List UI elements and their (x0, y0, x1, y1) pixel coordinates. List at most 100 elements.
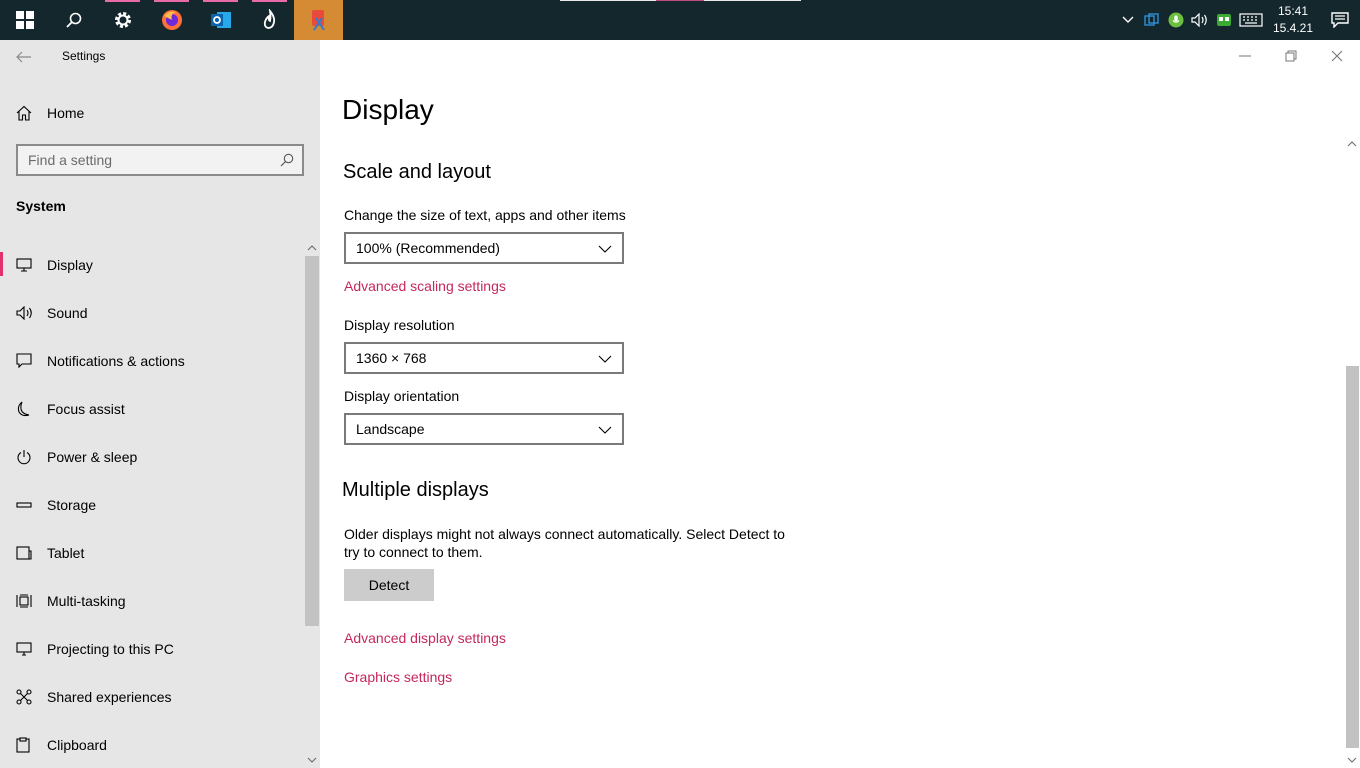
gear-icon (114, 12, 131, 28)
nav-label: Tablet (47, 545, 85, 561)
projecting-icon (0, 642, 47, 656)
nav-label: Shared experiences (47, 689, 172, 705)
monitor-icon (0, 258, 47, 272)
main-scroll-thumb[interactable] (1346, 366, 1359, 748)
nav-item-shared-experiences[interactable]: Shared experiences (0, 673, 304, 721)
home-nav-item[interactable]: Home (0, 96, 320, 130)
main-scrollbar[interactable] (1344, 136, 1360, 768)
tray-chevron-up-icon[interactable] (1116, 0, 1140, 40)
tray-microphone-icon[interactable] (1164, 0, 1188, 40)
notification-icon (0, 353, 47, 369)
nav-item-tablet[interactable]: Tablet (0, 529, 304, 577)
scroll-up-icon[interactable] (304, 240, 320, 256)
back-button[interactable] (10, 46, 38, 68)
nav-item-display[interactable]: Display (0, 241, 304, 289)
scroll-down-icon[interactable] (304, 752, 320, 768)
graphics-settings-link[interactable]: Graphics settings (344, 669, 452, 685)
find-setting-input[interactable] (18, 152, 268, 168)
find-setting-search[interactable] (16, 144, 304, 176)
storage-icon (0, 501, 47, 509)
sidebar-scroll-thumb[interactable] (305, 256, 319, 626)
system-nav-list: Display Sound Notifications & actions Fo… (0, 241, 304, 768)
taskbar-flame-app[interactable] (245, 0, 294, 40)
clock-date: 15.4.21 (1272, 21, 1314, 35)
window-controls (1222, 40, 1360, 72)
tray-network-icon[interactable] (1212, 0, 1236, 40)
minimize-button[interactable] (1222, 40, 1268, 72)
notification-center-icon[interactable] (1320, 0, 1360, 40)
close-icon (1331, 50, 1343, 62)
resolution-dropdown[interactable]: 1360 × 768 (344, 342, 624, 374)
taskbar-firefox-app[interactable] (147, 0, 196, 40)
app-title: Settings (62, 49, 106, 63)
close-button[interactable] (1314, 40, 1360, 72)
minimize-icon (1239, 55, 1251, 57)
nav-item-projecting[interactable]: Projecting to this PC (0, 625, 304, 673)
page-title: Display (342, 94, 434, 125)
tablet-icon (0, 546, 47, 560)
snip-sketch-icon (311, 10, 325, 31)
orientation-label: Display orientation (344, 388, 460, 404)
nav-item-clipboard[interactable]: Clipboard (0, 721, 304, 768)
display-settings-page: Display Scale and layout Change the size… (320, 40, 1360, 768)
taskbar-clock[interactable]: 15:41 15.4.21 (1266, 0, 1320, 40)
speaker-icon (0, 306, 47, 320)
nav-label: Power & sleep (47, 449, 138, 465)
scale-label: Change the size of text, apps and other … (344, 207, 626, 223)
chevron-down-icon (598, 421, 612, 437)
start-button[interactable] (0, 0, 49, 40)
multiple-displays-heading: Multiple displays (342, 479, 489, 501)
restore-button[interactable] (1268, 40, 1314, 72)
taskbar-snip-app[interactable] (294, 0, 343, 40)
detect-button[interactable]: Detect (344, 569, 434, 601)
multiple-displays-description: Older displays might not always connect … (344, 526, 785, 560)
tray-teams-icon[interactable] (1140, 0, 1164, 40)
orientation-dropdown[interactable]: Landscape (344, 413, 624, 445)
nav-label: Projecting to this PC (47, 641, 174, 657)
scroll-down-icon[interactable] (1344, 752, 1360, 768)
taskbar-settings-app[interactable] (98, 0, 147, 40)
power-icon (0, 449, 47, 465)
flame-icon (263, 9, 275, 29)
scale-dropdown[interactable]: 100% (Recommended) (344, 232, 624, 264)
scale-value: 100% (Recommended) (356, 240, 500, 256)
taskbar-outlook-app[interactable] (196, 0, 245, 40)
nav-label: Multi-tasking (47, 593, 126, 609)
search-taskbar-button[interactable] (49, 0, 98, 40)
chevron-down-icon (598, 240, 612, 256)
nav-label: Storage (47, 497, 97, 513)
nav-item-sound[interactable]: Sound (0, 289, 304, 337)
nav-label: Notifications & actions (47, 353, 185, 369)
sidebar-scrollbar[interactable] (304, 240, 320, 768)
nav-label: Clipboard (47, 737, 107, 753)
windows-logo-icon (15, 11, 34, 29)
advanced-display-link[interactable]: Advanced display settings (344, 630, 506, 646)
nav-label: Display (47, 257, 93, 273)
tray-keyboard-icon[interactable] (1236, 0, 1266, 40)
section-title: System (16, 198, 66, 214)
nav-item-storage[interactable]: Storage (0, 481, 304, 529)
nav-item-notifications[interactable]: Notifications & actions (0, 337, 304, 385)
taskbar-preview-strip (560, 0, 801, 1)
search-icon[interactable] (280, 153, 294, 172)
advanced-scaling-link[interactable]: Advanced scaling settings (344, 278, 506, 294)
moon-icon (0, 401, 47, 417)
resolution-label: Display resolution (344, 317, 455, 333)
nav-item-power-sleep[interactable]: Power & sleep (0, 433, 304, 481)
shared-icon (0, 689, 47, 705)
scroll-up-icon[interactable] (1344, 136, 1360, 152)
nav-item-focus-assist[interactable]: Focus assist (0, 385, 304, 433)
settings-sidebar: Settings Home System Display Sound Notif… (0, 40, 320, 768)
nav-item-multitasking[interactable]: Multi-tasking (0, 577, 304, 625)
system-tray: 15:41 15.4.21 (1116, 0, 1360, 40)
restore-icon (1285, 50, 1297, 62)
chevron-down-icon (598, 350, 612, 366)
home-icon (0, 105, 47, 121)
search-icon (65, 12, 81, 28)
clock-time: 15:41 (1277, 4, 1309, 18)
orientation-value: Landscape (356, 421, 425, 437)
tray-volume-icon[interactable] (1188, 0, 1212, 40)
clipboard-icon (0, 737, 47, 753)
back-arrow-icon (16, 51, 31, 63)
nav-label: Focus assist (47, 401, 125, 417)
